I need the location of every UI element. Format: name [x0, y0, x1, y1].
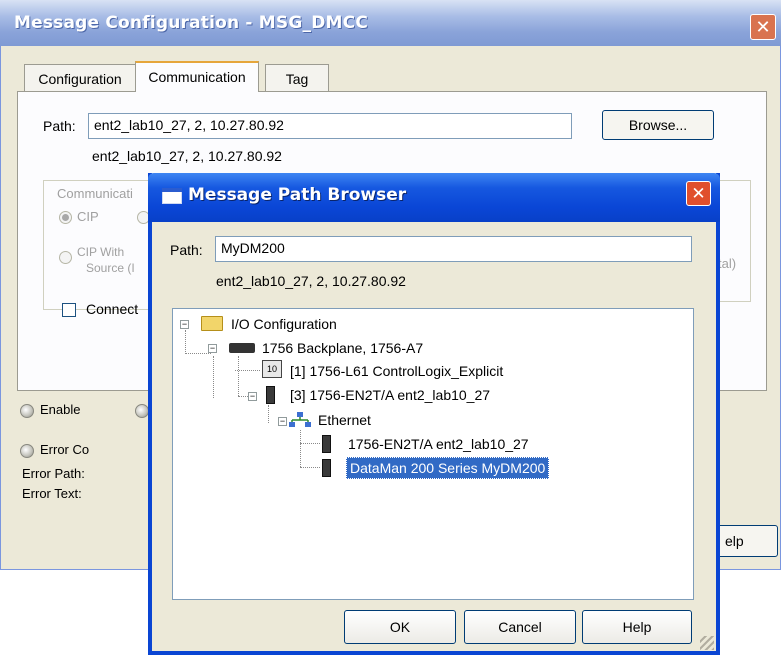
- folder-icon: [201, 316, 223, 331]
- path-label: Path:: [43, 118, 76, 134]
- tree-line: [300, 467, 320, 468]
- error-status-indicator: [20, 444, 34, 458]
- cip-with-source-label: CIP With: [77, 245, 125, 259]
- module-icon: [266, 386, 275, 404]
- cancel-button[interactable]: Cancel: [464, 610, 576, 644]
- front-close-button[interactable]: ✕: [686, 181, 711, 206]
- tree-line: [238, 396, 248, 397]
- cip-label: CIP: [77, 209, 99, 224]
- tree-item-slot3[interactable]: [3] 1756-EN2T/A ent2_lab10_27: [290, 387, 490, 403]
- enable-wait-status-indicator: [135, 404, 149, 418]
- back-window-title: Message Configuration - MSG_DMCC: [14, 13, 369, 33]
- module-icon: [322, 435, 331, 453]
- tree-line: [238, 356, 239, 396]
- browser-path-input[interactable]: MyDM200: [215, 236, 692, 262]
- front-dialog-title: Message Path Browser: [188, 185, 407, 205]
- help-button[interactable]: Help: [582, 610, 692, 644]
- resize-grip[interactable]: [700, 636, 714, 650]
- tree-line: [185, 353, 211, 354]
- tree-line: [300, 430, 301, 467]
- tree-item-io-configuration[interactable]: I/O Configuration: [231, 316, 337, 332]
- right-group-box: [720, 180, 751, 302]
- communication-method-label: Communicati: [55, 186, 135, 201]
- tree-item-dataman-selected[interactable]: DataMan 200 Series MyDM200: [346, 457, 550, 479]
- browse-button[interactable]: Browse...: [602, 110, 714, 140]
- tab-configuration[interactable]: Configuration: [24, 64, 136, 91]
- backplane-icon: [229, 343, 255, 353]
- browser-path-label: Path:: [170, 242, 203, 258]
- path-resolved-text: ent2_lab10_27, 2, 10.27.80.92: [92, 148, 282, 164]
- collapse-toggle[interactable]: −: [180, 320, 189, 329]
- cip-radio-dot: [62, 214, 69, 221]
- tree-item-ethernet[interactable]: Ethernet: [318, 412, 371, 428]
- tab-tag[interactable]: Tag: [265, 64, 329, 91]
- tree-item-backplane[interactable]: 1756 Backplane, 1756-A7: [262, 340, 423, 356]
- error-path-label: Error Path:: [22, 466, 85, 481]
- right-group-fragment: tal): [718, 256, 737, 271]
- controller-icon: 10: [262, 360, 282, 378]
- collapse-toggle[interactable]: −: [208, 344, 217, 353]
- tree-line: [213, 356, 214, 398]
- enable-label: Enable: [40, 402, 81, 417]
- network-icon: [289, 412, 311, 427]
- collapse-toggle[interactable]: −: [248, 392, 257, 401]
- tree-item-slot1[interactable]: [1] 1756-L61 ControlLogix_Explicit: [290, 363, 503, 379]
- module-icon: [322, 459, 331, 477]
- browser-path-resolved: ent2_lab10_27, 2, 10.27.80.92: [216, 273, 406, 289]
- tree-line: [185, 330, 186, 354]
- collapse-toggle[interactable]: −: [278, 417, 287, 426]
- cip-with-source-label-2: Source (I: [86, 261, 135, 275]
- cip-with-source-radio[interactable]: [59, 251, 72, 264]
- tree-line: [300, 443, 320, 444]
- connected-label: Connect: [86, 301, 139, 317]
- ok-button[interactable]: OK: [344, 610, 456, 644]
- path-input[interactable]: ent2_lab10_27, 2, 10.27.80.92: [88, 113, 572, 139]
- tab-communication[interactable]: Communication: [135, 61, 259, 92]
- tree-item-eth-en2t[interactable]: 1756-EN2T/A ent2_lab10_27: [348, 436, 529, 452]
- connected-checkbox[interactable]: [62, 303, 76, 317]
- enable-status-indicator: [20, 404, 34, 418]
- tree-line: [268, 405, 269, 423]
- error-code-label: Error Co: [40, 442, 90, 457]
- back-close-button[interactable]: ✕: [750, 14, 776, 40]
- error-text-label: Error Text:: [22, 486, 82, 501]
- window-icon-bar: [162, 188, 182, 192]
